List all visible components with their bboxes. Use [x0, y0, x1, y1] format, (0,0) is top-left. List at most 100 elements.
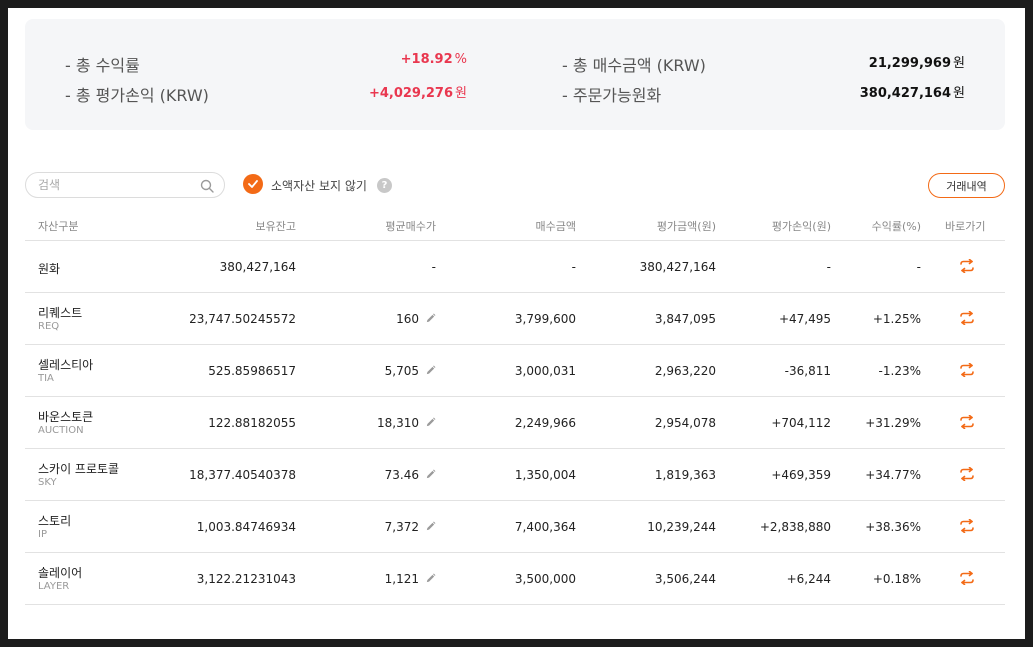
total-return-label: - 총 수익률 — [65, 56, 140, 75]
swap-icon[interactable] — [959, 519, 975, 533]
avg-price-cell: 1,121 — [385, 572, 436, 586]
return-rate-value: - — [916, 260, 921, 274]
buy-amount-value: 3,799,600 — [514, 312, 576, 326]
pnl-value: -36,811 — [784, 364, 831, 378]
col-eval-amount: 평가금액(원) — [656, 220, 716, 233]
return-rate-value: +38.36% — [865, 520, 921, 534]
swap-icon[interactable] — [959, 363, 975, 377]
total-pnl-label: - 총 평가손익 (KRW) — [65, 86, 209, 105]
eval-amount-value: 2,963,220 — [654, 364, 716, 378]
balance-value: 23,747.50245572 — [189, 312, 296, 326]
col-balance: 보유잔고 — [255, 220, 296, 233]
pnl-value: - — [826, 260, 831, 274]
edit-pencil-icon[interactable] — [425, 313, 436, 324]
buy-amount-value: 7,400,364 — [514, 520, 576, 534]
eval-amount-value: 3,506,244 — [654, 572, 716, 586]
col-buy-amount: 매수금액 — [535, 220, 576, 233]
transaction-history-button[interactable]: 거래내역 — [928, 173, 1005, 198]
swap-icon[interactable] — [959, 311, 975, 325]
pnl-value: +469,359 — [771, 468, 831, 482]
avg-price-cell: 160 — [396, 312, 436, 326]
asset-ticker: TIA — [38, 373, 54, 384]
balance-value: 3,122.21231043 — [196, 572, 296, 586]
hide-small-assets-label[interactable]: 소액자산 보지 않기 — [271, 177, 367, 194]
search-box — [25, 172, 225, 198]
buy-amount-value: 3,000,031 — [514, 364, 576, 378]
hide-small-assets-checkbox[interactable] — [243, 174, 263, 194]
col-pnl: 평가손익(원) — [771, 220, 831, 233]
asset-name: 리퀘스트 — [38, 306, 83, 320]
pnl-value: +2,838,880 — [759, 520, 831, 534]
avg-price-cell: 7,372 — [385, 520, 436, 534]
orderable-krw-value: 380,427,164 원 — [859, 86, 965, 101]
eval-amount-value: 10,239,244 — [647, 520, 716, 534]
edit-pencil-icon[interactable] — [425, 521, 436, 532]
asset-name: 셀레스티아 — [38, 358, 94, 372]
avg-price-cell: 5,705 — [385, 364, 436, 378]
asset-ticker: SKY — [38, 477, 57, 488]
search-icon[interactable] — [200, 179, 214, 193]
return-rate-value: -1.23% — [878, 364, 921, 378]
asset-ticker: IP — [38, 529, 47, 540]
asset-ticker: REQ — [38, 321, 60, 332]
avg-price-value: 1,121 — [384, 572, 419, 586]
portfolio-window: - 총 수익률 +18.92% - 총 평가손익 (KRW) +4,029,27… — [8, 8, 1025, 639]
avg-price-value: 7,372 — [384, 520, 419, 534]
asset-name: 스토리 — [38, 514, 72, 528]
avg-price-value: 160 — [396, 312, 419, 326]
col-return-rate: 수익률(%) — [871, 220, 921, 233]
asset-name: 원화 — [38, 262, 61, 276]
asset-name: 솔레이어 — [38, 566, 83, 580]
avg-price-cell: 18,310 — [377, 416, 436, 430]
asset-name: 스카이 프로토콜 — [38, 462, 120, 476]
total-buy-label: - 총 매수금액 (KRW) — [562, 56, 706, 75]
total-return-value: +18.92% — [400, 52, 467, 67]
col-asset: 자산구분 — [38, 220, 79, 233]
eval-amount-value: 3,847,095 — [654, 312, 716, 326]
summary-panel: - 총 수익률 +18.92% - 총 평가손익 (KRW) +4,029,27… — [25, 19, 1005, 130]
table-row: 리퀘스트 REQ 23,747.50245572 160 3,799,600 3,847,… — [25, 293, 1005, 345]
search-input[interactable] — [38, 177, 188, 193]
total-buy-value: 21,299,969 원 — [868, 56, 965, 71]
avg-price-value: - — [431, 260, 436, 274]
asset-ticker: AUCTION — [38, 425, 84, 436]
swap-icon[interactable] — [959, 415, 975, 429]
return-rate-value: +34.77% — [865, 468, 921, 482]
swap-icon[interactable] — [959, 467, 975, 481]
eval-amount-value: 2,954,078 — [654, 416, 716, 430]
avg-price-cell: 73.46 — [385, 468, 436, 482]
pnl-value: +6,244 — [786, 572, 831, 586]
balance-value: 380,427,164 — [219, 260, 296, 274]
buy-amount-value: 3,500,000 — [514, 572, 576, 586]
return-rate-value: +0.18% — [872, 572, 921, 586]
edit-pencil-icon[interactable] — [425, 417, 436, 428]
pnl-value: +47,495 — [778, 312, 831, 326]
table-row: 스토리 IP 1,003.84746934 7,372 7,400,364 10,239,… — [25, 501, 1005, 553]
balance-value: 18,377.40540378 — [189, 468, 296, 482]
edit-pencil-icon[interactable] — [425, 573, 436, 584]
orderable-krw-label: - 주문가능원화 — [562, 86, 662, 105]
check-icon — [248, 180, 258, 188]
buy-amount-value: - — [571, 260, 576, 274]
swap-icon[interactable] — [959, 259, 975, 273]
table-row: 솔레이어 LAYER 3,122.21231043 1,121 3,500,000 3,5… — [25, 553, 1005, 605]
avg-price-value: 73.46 — [384, 468, 419, 482]
balance-value: 122.88182055 — [208, 416, 296, 430]
col-shortcut: 바로가기 — [945, 220, 986, 233]
table-row: 바운스토큰 AUCTION 122.88182055 18,310 2,249,966 2… — [25, 397, 1005, 449]
asset-ticker: LAYER — [38, 581, 70, 592]
table-header: 자산구분 보유잔고 평균매수가 매수금액 평가금액(원) 평가손익(원) 수익률… — [25, 209, 1005, 241]
avg-price-value: 5,705 — [384, 364, 419, 378]
asset-name: 바운스토큰 — [38, 410, 94, 424]
help-icon[interactable]: ? — [377, 178, 392, 193]
eval-amount-value: 1,819,363 — [654, 468, 716, 482]
edit-pencil-icon[interactable] — [425, 365, 436, 376]
balance-value: 1,003.84746934 — [196, 520, 296, 534]
edit-pencil-icon[interactable] — [425, 469, 436, 480]
balance-value: 525.85986517 — [208, 364, 296, 378]
return-rate-value: +1.25% — [872, 312, 921, 326]
eval-amount-value: 380,427,164 — [639, 260, 716, 274]
table-row: 원화 380,427,164 - - 380,427,164 - - — [25, 241, 1005, 293]
swap-icon[interactable] — [959, 571, 975, 585]
table-row: 셀레스티아 TIA 525.85986517 5,705 3,000,031 2,963,… — [25, 345, 1005, 397]
